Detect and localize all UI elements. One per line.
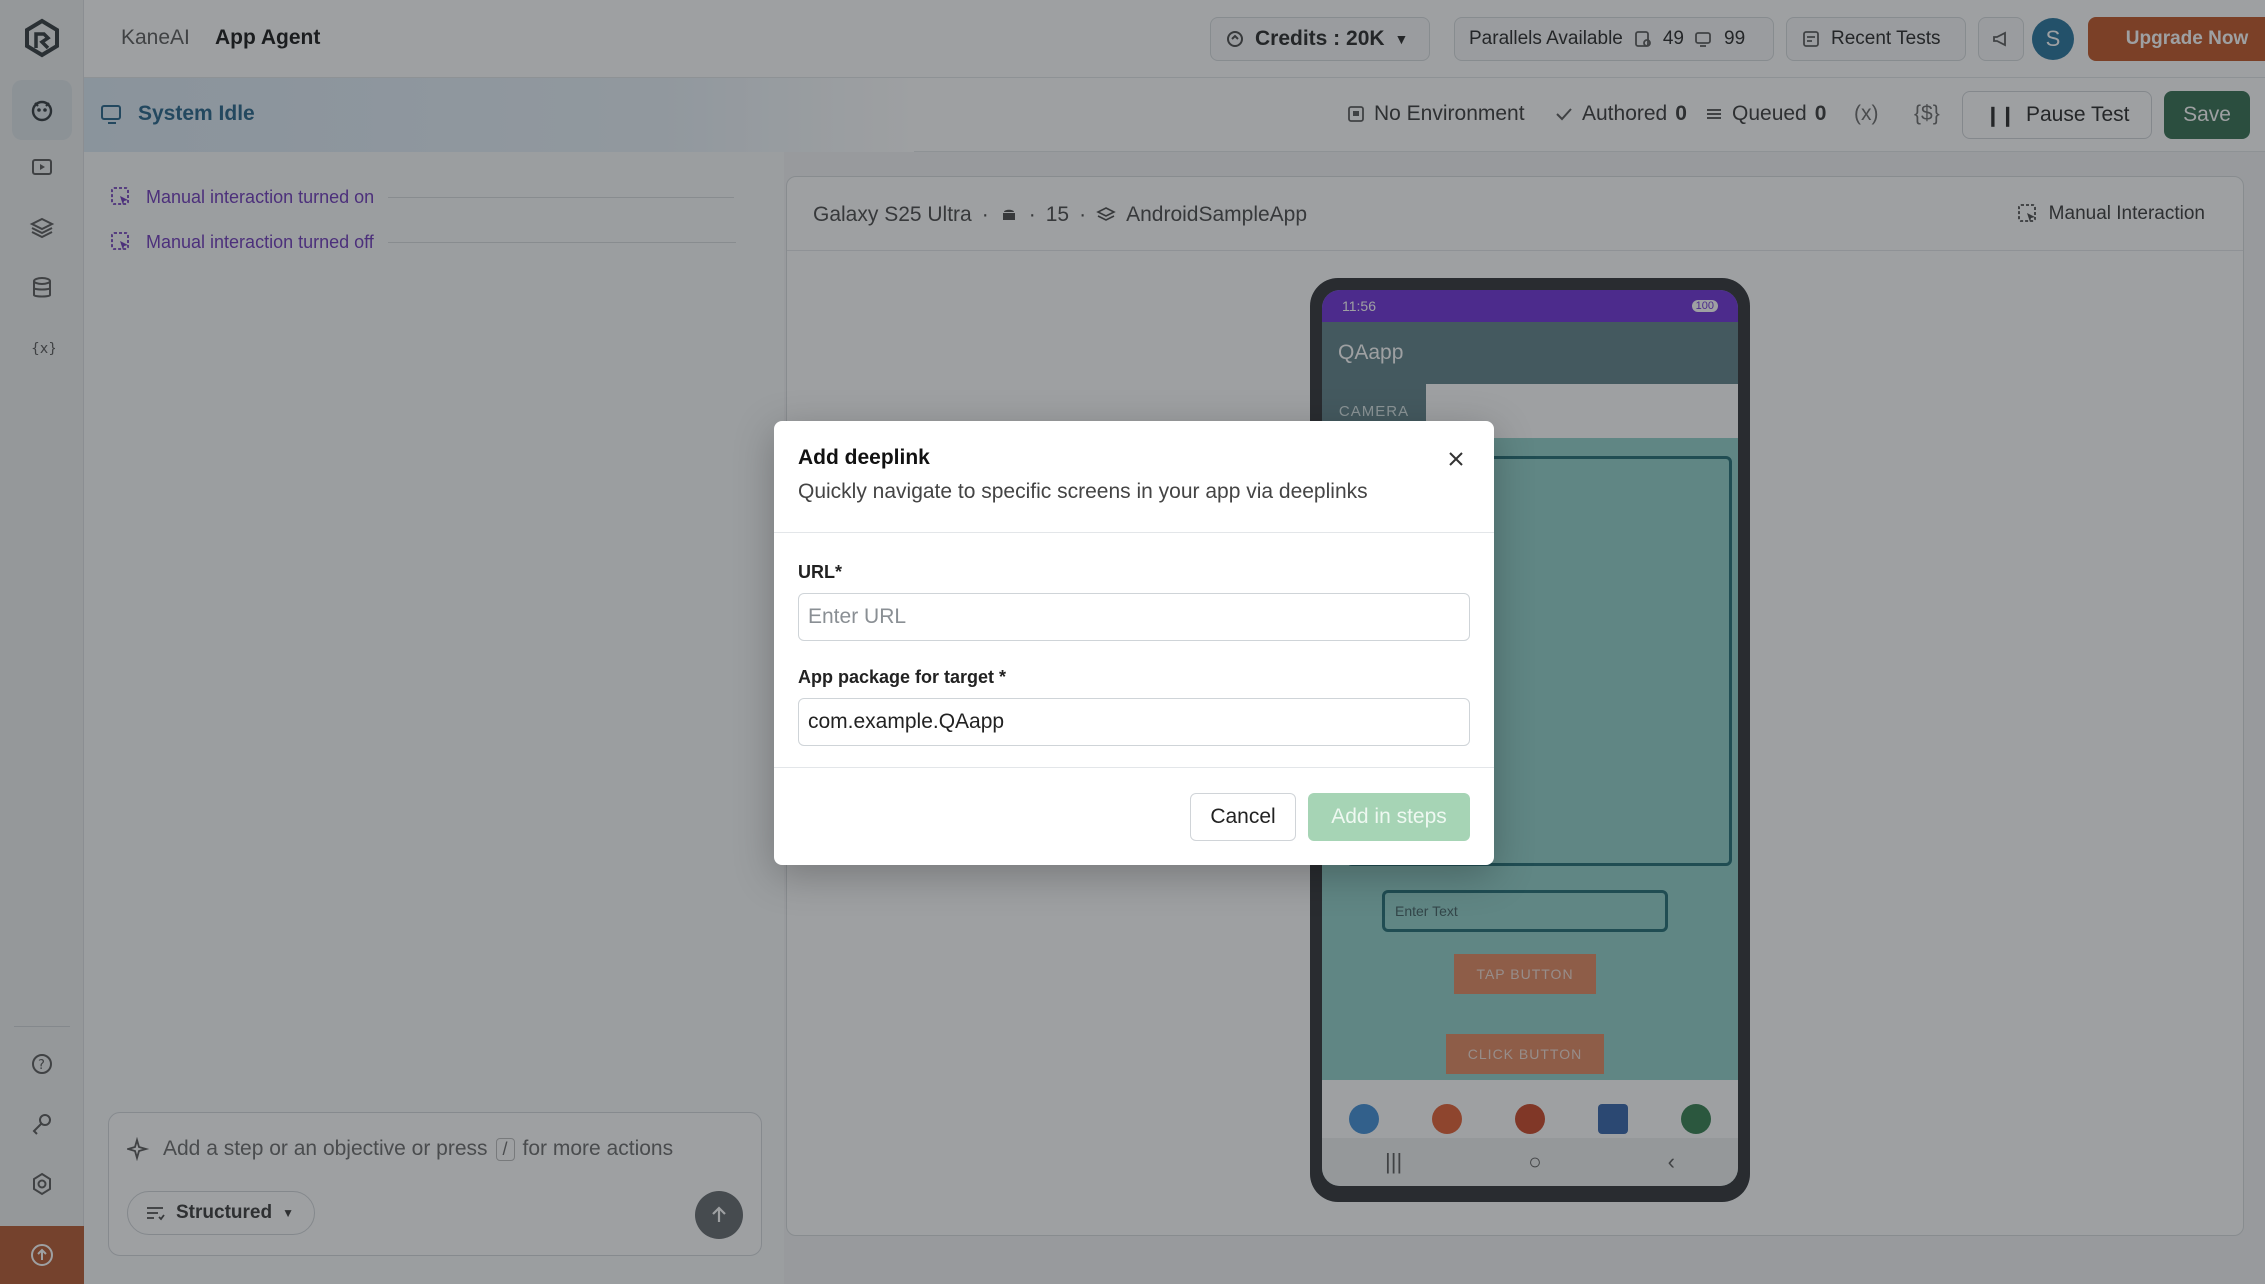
close-icon[interactable] xyxy=(1442,445,1470,473)
add-in-steps-button[interactable]: Add in steps xyxy=(1308,793,1470,841)
url-input[interactable] xyxy=(798,593,1470,641)
package-input[interactable] xyxy=(798,698,1470,746)
dialog-divider xyxy=(774,532,1494,533)
add-deeplink-dialog: Add deeplink Quickly navigate to specifi… xyxy=(774,421,1494,865)
dialog-subtitle: Quickly navigate to specific screens in … xyxy=(798,480,1368,503)
package-label: App package for target * xyxy=(798,667,1007,687)
url-label: URL* xyxy=(798,562,842,582)
cancel-button[interactable]: Cancel xyxy=(1190,793,1296,841)
dialog-title: Add deeplink xyxy=(798,446,930,469)
dialog-divider xyxy=(774,767,1494,768)
